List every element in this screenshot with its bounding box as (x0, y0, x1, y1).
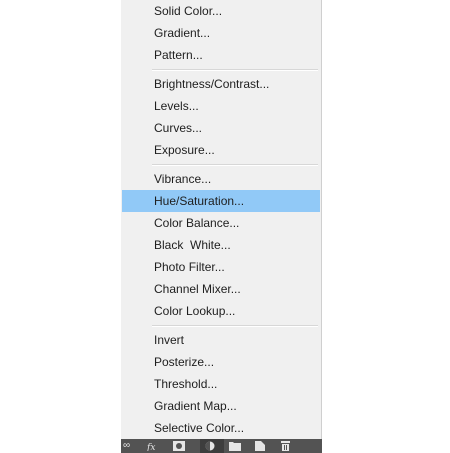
menu-item-channel-mixer[interactable]: Channel Mixer... (122, 278, 320, 300)
menu-item-threshold[interactable]: Threshold... (122, 373, 320, 395)
menu-separator (152, 69, 318, 71)
menu-item-exposure[interactable]: Exposure... (122, 139, 320, 161)
menu-separator (152, 164, 318, 166)
menu-item-levels[interactable]: Levels... (122, 95, 320, 117)
menu-item-hue-saturation[interactable]: Hue/Saturation... (122, 190, 320, 212)
fx-icon[interactable]: fx (147, 441, 157, 451)
delete-layer-icon[interactable] (281, 441, 290, 451)
menu-item-selective-color[interactable]: Selective Color... (122, 417, 320, 439)
new-layer-icon[interactable] (255, 441, 265, 451)
menu-item-brightness-contrast[interactable]: Brightness/Contrast... (122, 73, 320, 95)
adjustment-layer-menu: Solid Color... Gradient... Pattern... Br… (121, 0, 322, 439)
menu-item-color-balance[interactable]: Color Balance... (122, 212, 320, 234)
menu-item-vibrance[interactable]: Vibrance... (122, 168, 320, 190)
menu-item-pattern[interactable]: Pattern... (122, 44, 320, 66)
menu-item-curves[interactable]: Curves... (122, 117, 320, 139)
menu-item-gradient[interactable]: Gradient... (122, 22, 320, 44)
layers-panel-bottom-bar: ∞ fx (121, 439, 322, 453)
group-folder-icon[interactable] (229, 441, 241, 451)
menu-item-solid-color[interactable]: Solid Color... (122, 0, 320, 22)
link-layers-icon[interactable]: ∞ (123, 441, 130, 451)
menu-item-invert[interactable]: Invert (122, 329, 320, 351)
menu-item-black-white[interactable]: Black White... (122, 234, 320, 256)
menu-separator (152, 325, 318, 327)
svg-text:fx: fx (147, 443, 155, 451)
menu-item-color-lookup[interactable]: Color Lookup... (122, 300, 320, 322)
menu-item-gradient-map[interactable]: Gradient Map... (122, 395, 320, 417)
adjustment-layer-icon[interactable] (205, 441, 215, 451)
add-mask-icon[interactable] (173, 441, 185, 451)
menu-item-photo-filter[interactable]: Photo Filter... (122, 256, 320, 278)
menu-item-posterize[interactable]: Posterize... (122, 351, 320, 373)
